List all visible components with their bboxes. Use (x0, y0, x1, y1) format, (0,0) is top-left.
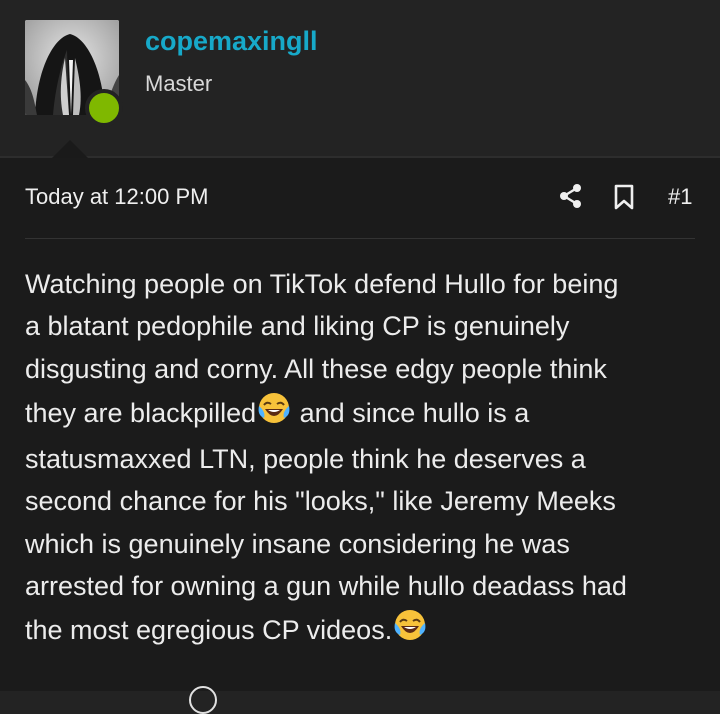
share-button[interactable] (558, 183, 584, 209)
post-header: copemaxingll Master (0, 0, 720, 157)
message-line: statusmaxxed LTN, people think he deserv… (25, 444, 586, 475)
message-line: second chance for his "looks," like Jere… (25, 486, 616, 517)
message-text: and since hullo is a (292, 397, 530, 428)
bookmark-icon (614, 184, 634, 210)
post-timestamp[interactable]: Today at 12:00 PM (25, 184, 208, 210)
tears-of-joy-emoji-icon (256, 390, 292, 438)
bookmark-button[interactable] (612, 183, 636, 211)
author-pointer (52, 140, 88, 158)
message-text: the most egregious CP videos. (25, 615, 393, 646)
post-message: Watching people on TikTok defend Hullo f… (25, 263, 715, 656)
message-line-with-emoji: the most egregious CP videos. (25, 607, 715, 655)
message-line: which is genuinely insane considering he… (25, 528, 570, 559)
message-line: Watching people on TikTok defend Hullo f… (25, 269, 619, 299)
message-line-with-emoji: they are blackpilled and since hullo is … (25, 390, 715, 438)
message-line: arrested for owning a gun while hullo de… (25, 571, 627, 602)
author-username[interactable]: copemaxingll (145, 26, 318, 57)
post-meta-divider (25, 238, 695, 239)
header-divider (0, 156, 720, 158)
tears-of-joy-emoji-icon (392, 607, 428, 655)
online-status-indicator (85, 89, 123, 127)
post-number-link[interactable]: #1 (668, 184, 692, 210)
author-rank: Master (145, 71, 213, 96)
message-line: disgusting and corny. All these edgy peo… (25, 353, 607, 384)
share-icon (560, 184, 581, 208)
reaction-icon[interactable] (189, 686, 217, 714)
message-line: a blatant pedophile and liking CP is gen… (25, 311, 570, 342)
message-text: they are blackpilled (25, 397, 257, 428)
